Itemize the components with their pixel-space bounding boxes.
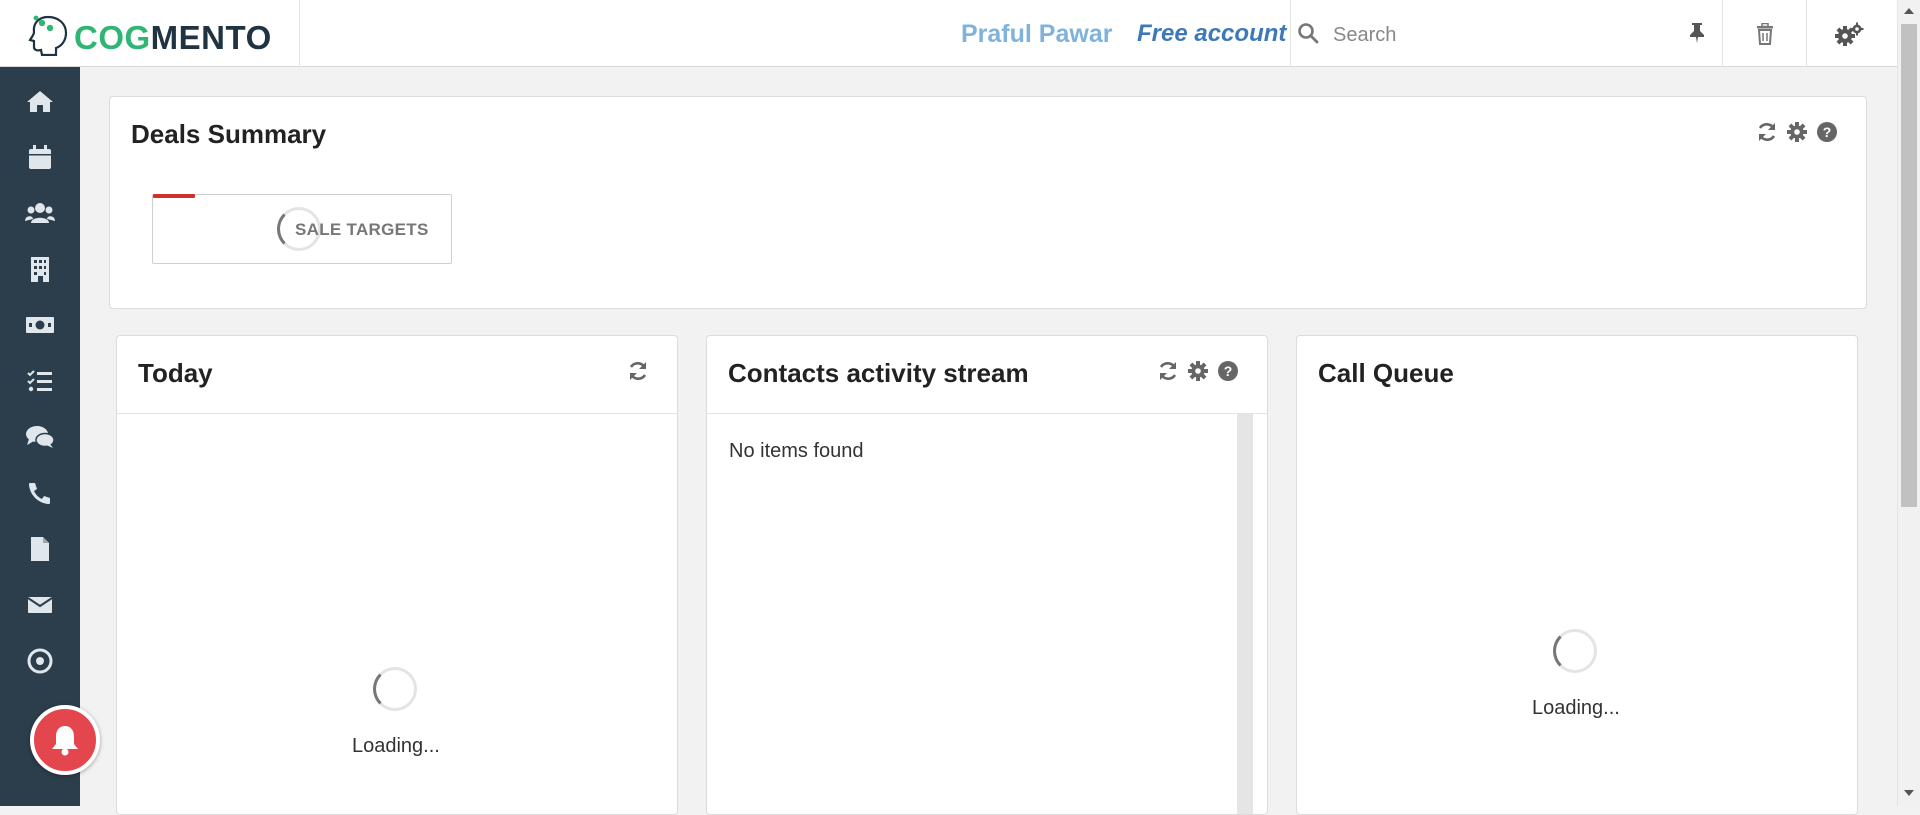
- settings-button[interactable]: [1806, 0, 1890, 67]
- deals-summary-title: Deals Summary: [131, 119, 327, 149]
- top-bar: COGMENTO Praful Pawar Free account: [0, 0, 1897, 67]
- call-queue-title: Call Queue: [1318, 358, 1454, 388]
- campaigns-icon: [27, 648, 53, 674]
- today-title: Today: [138, 358, 213, 388]
- logo-text: COGMENTO: [74, 19, 272, 57]
- help-icon[interactable]: ?: [1217, 360, 1239, 382]
- sidebar-item-tasks[interactable]: [0, 353, 80, 409]
- trash-icon: [1756, 22, 1773, 45]
- today-tools: [627, 360, 649, 382]
- today-loading-text: Loading...: [352, 735, 440, 757]
- gears-icon: [1834, 22, 1863, 46]
- sidebar: [0, 67, 80, 806]
- settings-icon[interactable]: [1187, 360, 1209, 382]
- sidebar-item-email[interactable]: [0, 577, 80, 633]
- contacts-empty-text: No items found: [729, 440, 864, 462]
- svg-text:?: ?: [1823, 124, 1832, 140]
- home-icon: [27, 91, 53, 112]
- sidebar-item-campaigns[interactable]: [0, 633, 80, 689]
- contacts-activity-tools: ?: [1157, 360, 1239, 382]
- pin-icon[interactable]: [1687, 22, 1707, 44]
- tasks-icon: [27, 370, 52, 392]
- sale-targets-card[interactable]: SALE TARGETS: [152, 194, 452, 264]
- page-scrollbar[interactable]: [1897, 0, 1920, 806]
- search-box: [1290, 0, 1720, 67]
- contacts-activity-title: Contacts activity stream: [728, 358, 1029, 388]
- logo[interactable]: COGMENTO: [0, 0, 300, 67]
- brain-logo-icon: [28, 15, 68, 56]
- contacts-activity-panel: Contacts activity stream ? No items foun…: [706, 335, 1268, 815]
- call-queue-spinner: [1553, 629, 1597, 673]
- sale-targets-indicator: [153, 194, 195, 198]
- sidebar-item-contacts[interactable]: [0, 185, 80, 241]
- today-divider: [117, 413, 677, 414]
- refresh-icon[interactable]: [1157, 360, 1179, 382]
- contacts-activity-scrollbar[interactable]: [1237, 414, 1253, 814]
- user-name[interactable]: Praful Pawar: [961, 20, 1112, 49]
- documents-icon: [31, 537, 49, 561]
- sidebar-item-companies[interactable]: [0, 241, 80, 297]
- svg-text:?: ?: [1224, 363, 1233, 379]
- search-input[interactable]: [1331, 17, 1675, 53]
- calendar-icon: [29, 145, 51, 169]
- cases-icon: [26, 426, 55, 448]
- sidebar-item-documents[interactable]: [0, 521, 80, 577]
- sidebar-item-calls[interactable]: [0, 465, 80, 521]
- scroll-up-arrow[interactable]: [1904, 8, 1914, 14]
- sidebar-item-deals[interactable]: [0, 297, 80, 353]
- trash-button[interactable]: [1722, 0, 1806, 67]
- contacts-activity-divider: [707, 413, 1267, 414]
- today-panel: Today Loading...: [116, 335, 678, 815]
- help-icon[interactable]: ?: [1816, 121, 1838, 143]
- sidebar-item-home[interactable]: [0, 73, 80, 129]
- logo-mento-text: MENTO: [150, 19, 272, 56]
- today-spinner: [373, 667, 417, 711]
- call-queue-loading-text: Loading...: [1532, 697, 1620, 719]
- sidebar-item-calendar[interactable]: [0, 129, 80, 185]
- call-queue-panel: Call Queue Loading...: [1296, 335, 1858, 815]
- refresh-icon[interactable]: [627, 360, 649, 382]
- sale-targets-label: SALE TARGETS: [295, 220, 429, 239]
- settings-icon[interactable]: [1786, 121, 1808, 143]
- companies-icon: [31, 257, 49, 282]
- account-type[interactable]: Free account: [1137, 20, 1286, 48]
- search-icon: [1298, 23, 1319, 44]
- scroll-down-arrow[interactable]: [1904, 790, 1914, 796]
- calls-icon: [29, 483, 50, 504]
- deals-summary-tools: ?: [1756, 121, 1838, 143]
- notifications-button[interactable]: [30, 705, 100, 775]
- sidebar-item-cases[interactable]: [0, 409, 80, 465]
- deals-summary-panel: Deals Summary ? SALE TARGETS: [109, 96, 1867, 309]
- contacts-icon: [25, 203, 55, 223]
- bell-icon: [52, 726, 78, 756]
- deals-icon: [26, 317, 54, 333]
- scroll-thumb[interactable]: [1901, 24, 1917, 507]
- refresh-icon[interactable]: [1756, 121, 1778, 143]
- email-icon: [27, 597, 53, 613]
- logo-cog-text: COG: [74, 19, 151, 56]
